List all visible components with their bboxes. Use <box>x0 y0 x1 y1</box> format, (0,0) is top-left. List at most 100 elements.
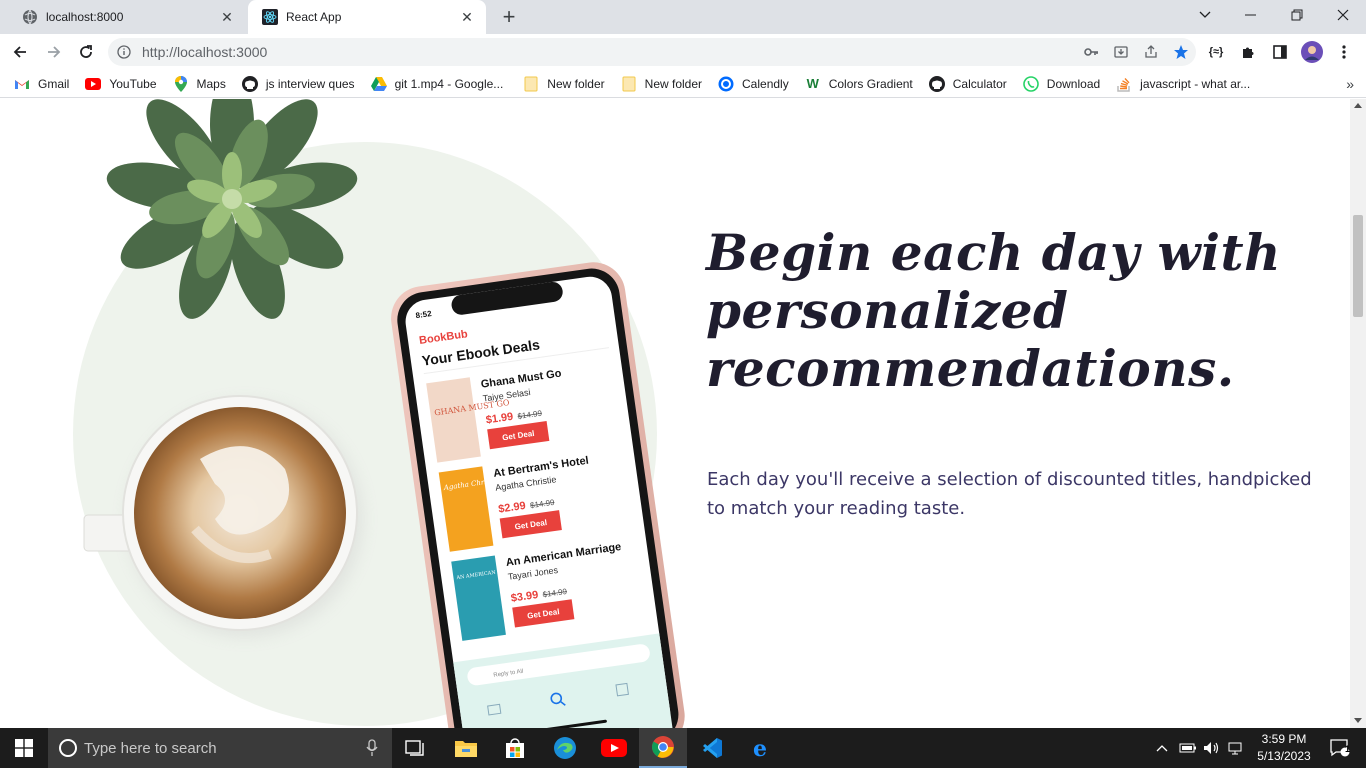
network-icon[interactable] <box>1224 728 1248 768</box>
taskbar-search-placeholder: Type here to search <box>84 739 217 757</box>
bookmark-label: Calculator <box>952 76 1007 91</box>
clock-date: 5/13/2023 <box>1257 749 1311 763</box>
bookmark-label: Gmail <box>38 76 70 91</box>
tab-search-icon[interactable] <box>1182 0 1228 30</box>
youtube-app-icon[interactable] <box>590 728 638 768</box>
file-explorer-icon[interactable] <box>442 728 490 768</box>
tab-strip: localhost:8000 ✕ React App ✕ + <box>0 0 1366 34</box>
hero-illustration: 8:52 BookBub Your Ebook Deals GHANA MUST… <box>73 99 685 728</box>
extensions-puzzle-icon[interactable] <box>1234 38 1262 66</box>
bookmark-label: YouTube <box>109 76 157 91</box>
search-icon <box>59 739 77 757</box>
bookmark-label: Calendly <box>742 76 789 91</box>
windows-taskbar: Type here to search e 3:59 PM 5/13/2023 <box>0 728 1366 768</box>
calendly-icon <box>718 76 734 92</box>
internet-explorer-icon[interactable]: e <box>737 728 785 768</box>
address-bar[interactable]: http://localhost:3000 <box>108 38 1196 66</box>
tab-localhost-8000[interactable]: localhost:8000 ✕ <box>8 0 246 34</box>
stackoverflow-icon <box>1116 76 1132 92</box>
scroll-down-icon[interactable] <box>1354 718 1362 723</box>
google-drive-icon <box>370 76 387 92</box>
system-clock[interactable]: 3:59 PM 5/13/2023 <box>1250 731 1318 765</box>
show-hidden-icons[interactable] <box>1152 728 1172 768</box>
bookmark-label: js interview ques <box>265 76 355 91</box>
bookmark-star-icon[interactable] <box>1166 38 1196 66</box>
bookmark-label: Colors Gradient <box>828 76 913 91</box>
bookmark-calculator[interactable]: Calculator <box>928 75 1007 92</box>
notification-center-icon[interactable]: 1 <box>1320 728 1360 768</box>
taskbar-search-box[interactable]: Type here to search <box>48 728 392 768</box>
password-key-icon[interactable] <box>1076 38 1106 66</box>
bookmark-label: Maps <box>196 76 226 91</box>
battery-icon[interactable] <box>1176 728 1200 768</box>
browser-toolbar: http://localhost:3000 {≈} <box>0 34 1366 70</box>
new-tab-button[interactable]: + <box>496 5 522 29</box>
webgradients-icon: W <box>806 76 819 91</box>
tab-react-app[interactable]: React App ✕ <box>248 0 486 34</box>
back-button[interactable] <box>6 38 34 66</box>
notification-count: 1 <box>1345 744 1351 754</box>
bookmark-colors-gradient[interactable]: W Colors Gradient <box>805 76 913 92</box>
bookmark-label: Download <box>1046 76 1101 91</box>
folder-icon <box>523 76 539 92</box>
bookmark-download[interactable]: Download <box>1022 75 1101 92</box>
more-bookmarks-icon[interactable]: » <box>1346 76 1354 92</box>
github-icon <box>241 75 258 92</box>
whatsapp-icon <box>1022 75 1039 92</box>
github-icon <box>928 75 945 92</box>
bookmark-youtube[interactable]: YouTube <box>85 76 157 92</box>
page-scrollbar[interactable] <box>1350 99 1366 728</box>
kebab-menu-icon[interactable] <box>1330 38 1358 66</box>
close-tab-icon[interactable]: ✕ <box>218 8 236 26</box>
install-app-icon[interactable] <box>1106 38 1136 66</box>
forward-button[interactable] <box>40 38 68 66</box>
task-view-icon[interactable] <box>392 728 440 768</box>
youtube-icon <box>85 76 102 92</box>
bookmark-label: New folder <box>644 76 703 91</box>
bookmark-label: javascript - what ar... <box>1140 76 1251 91</box>
hero-subtext: Each day you'll receive a selection of d… <box>707 469 1312 519</box>
bookmark-stackoverflow[interactable]: javascript - what ar... <box>1116 76 1250 92</box>
windows-logo-icon <box>15 739 33 757</box>
clock-time: 3:59 PM <box>1261 732 1307 746</box>
svg-text:e: e <box>753 736 767 760</box>
side-panel-icon[interactable] <box>1266 38 1294 66</box>
maps-icon <box>173 75 189 92</box>
bookmark-label: New folder <box>547 76 605 91</box>
bookmark-gmail[interactable]: Gmail <box>14 76 69 92</box>
microsoft-store-icon[interactable] <box>491 728 539 768</box>
gmail-icon <box>14 76 30 92</box>
bookmark-folder-1[interactable]: New folder <box>523 76 605 92</box>
scroll-thumb[interactable] <box>1353 215 1363 317</box>
start-button[interactable] <box>0 728 48 768</box>
close-window-button[interactable] <box>1320 0 1366 30</box>
profile-avatar[interactable] <box>1298 38 1326 66</box>
json-viewer-extension-icon[interactable]: {≈} <box>1202 38 1230 66</box>
bookmarks-bar: Gmail YouTube Maps js interview ques git… <box>0 70 1366 98</box>
close-tab-icon[interactable]: ✕ <box>458 8 476 26</box>
site-info-icon[interactable] <box>110 38 138 66</box>
volume-icon[interactable] <box>1200 728 1224 768</box>
tab-title: React App <box>286 10 342 24</box>
restore-button[interactable] <box>1274 0 1320 30</box>
hero-headline: Begin each day with personalized recomme… <box>706 223 1282 398</box>
bookmark-calendly[interactable]: Calendly <box>718 76 789 92</box>
folder-icon <box>621 76 637 92</box>
bookmark-maps[interactable]: Maps <box>173 75 226 92</box>
url-text[interactable]: http://localhost:3000 <box>142 44 1076 60</box>
vscode-icon[interactable] <box>688 728 736 768</box>
tab-title: localhost:8000 <box>46 10 124 24</box>
scroll-up-icon[interactable] <box>1354 103 1362 108</box>
minimize-button[interactable] <box>1228 0 1274 30</box>
chrome-taskbar-icon[interactable] <box>639 728 687 768</box>
bookmark-git-video[interactable]: git 1.mp4 - Google... <box>370 76 504 92</box>
share-icon[interactable] <box>1136 38 1166 66</box>
bookmark-label: git 1.mp4 - Google... <box>394 76 504 91</box>
bookmark-js-interview[interactable]: js interview ques <box>241 75 355 92</box>
edge-browser-icon[interactable] <box>541 728 589 768</box>
react-icon <box>262 9 278 25</box>
microphone-icon[interactable] <box>366 739 378 757</box>
globe-icon <box>22 9 38 25</box>
reload-button[interactable] <box>72 38 100 66</box>
bookmark-folder-2[interactable]: New folder <box>621 76 702 92</box>
